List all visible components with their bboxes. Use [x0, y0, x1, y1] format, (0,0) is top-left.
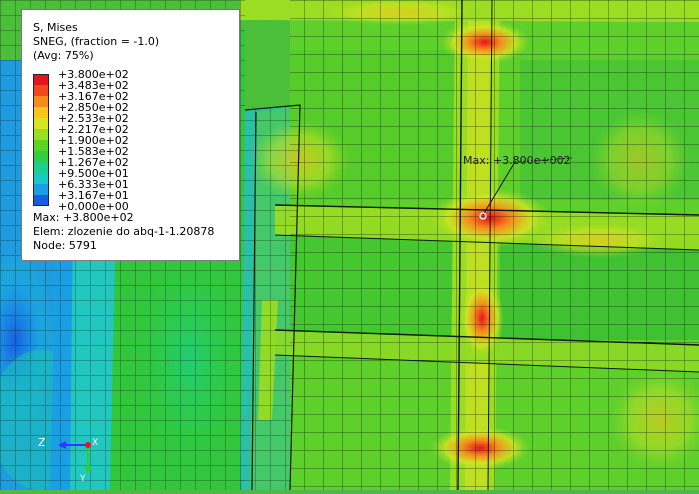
z-axis-label: Z [38, 436, 46, 449]
legend-node: Node: 5791 [33, 239, 97, 252]
contour-legend[interactable]: S, Mises SNEG, (fraction = -1.0) (Avg: 7… [21, 9, 240, 261]
legend-swatch [33, 85, 49, 96]
legend-swatch [33, 96, 49, 107]
legend-swatch [33, 173, 49, 184]
x-axis-label: X [92, 438, 99, 448]
legend-swatch [33, 184, 49, 195]
legend-swatch [33, 129, 49, 140]
legend-averaging: (Avg: 75%) [33, 49, 94, 62]
legend-swatch [33, 118, 49, 129]
legend-swatch [33, 151, 49, 162]
legend-swatch [33, 162, 49, 173]
legend-title: S, Mises [33, 21, 78, 34]
max-value-annotation: Max: +3.800e+002 [463, 154, 571, 167]
legend-swatch [33, 107, 49, 118]
legend-swatch [33, 195, 49, 206]
legend-subtitle: SNEG, (fraction = -1.0) [33, 35, 160, 48]
legend-max: Max: +3.800e+02 [33, 211, 134, 224]
legend-elem: Elem: zlozenie do abq-1-1.20878 [33, 225, 215, 238]
legend-swatch [33, 74, 49, 85]
legend-swatch [33, 140, 49, 151]
y-axis-label: Y [80, 474, 86, 484]
